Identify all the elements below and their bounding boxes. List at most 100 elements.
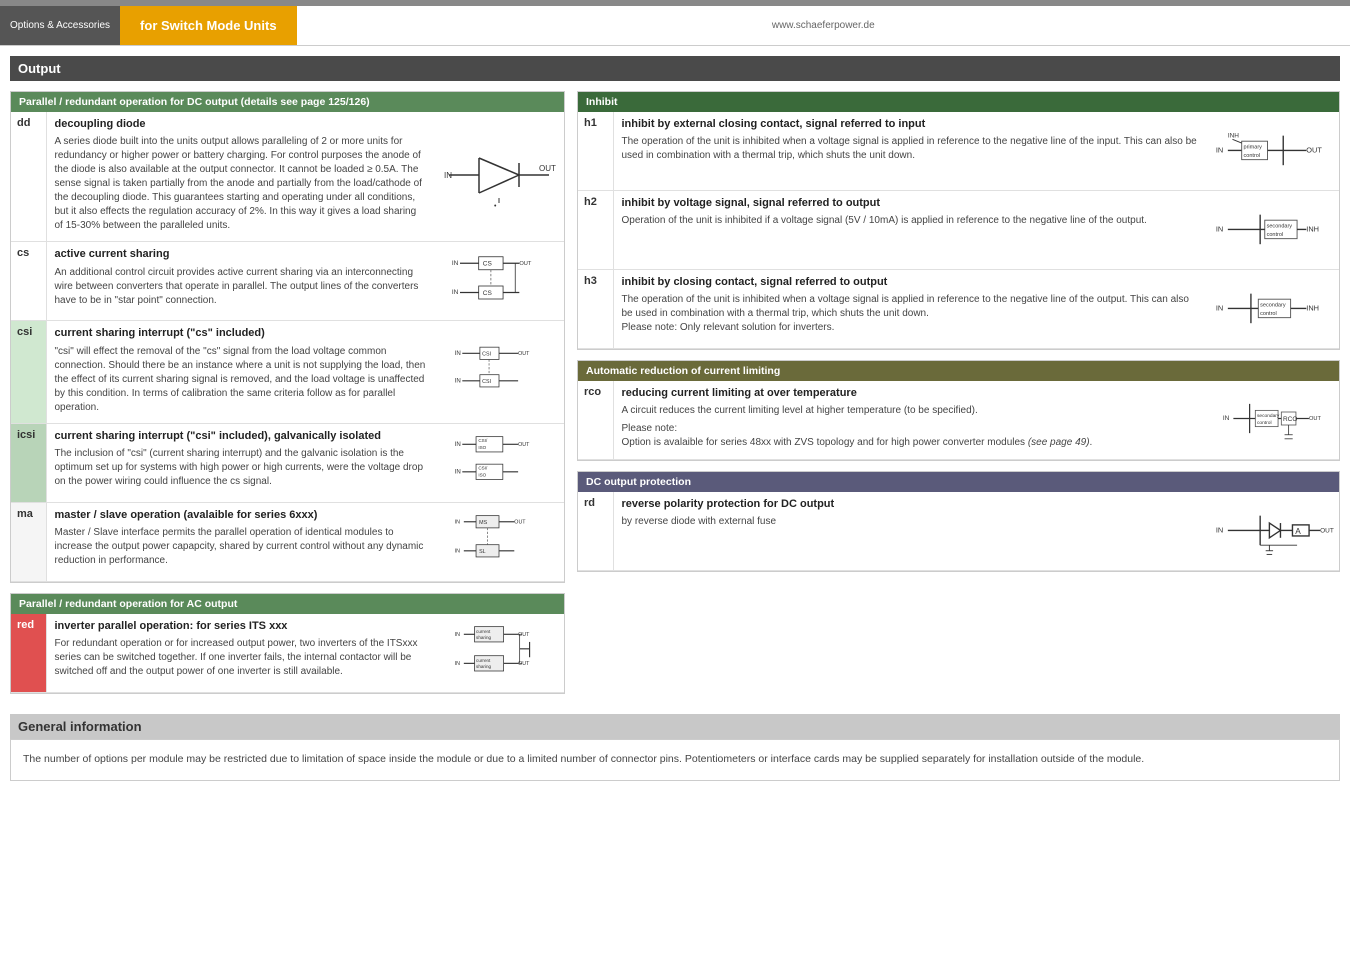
desc-h1: inhibit by external closing contact, sig… (613, 112, 1209, 191)
svg-text:control: control (1257, 420, 1272, 426)
svg-text:IN: IN (444, 171, 452, 180)
desc-note-rco: Please note:Option is avalaible for seri… (622, 422, 1202, 450)
svg-text:current: current (476, 658, 491, 663)
svg-text:CSI: CSI (482, 379, 491, 385)
diagram-dd-svg: IN OUT • (439, 143, 559, 208)
desc-red: inverter parallel operation: for series … (46, 614, 434, 693)
inhibit-table: h1 inhibit by external closing contact, … (578, 112, 1339, 349)
desc-dd: decoupling diode A series diode built in… (46, 112, 434, 242)
svg-text:IN: IN (455, 350, 461, 357)
svg-text:IN: IN (1216, 525, 1223, 534)
desc-ma: master / slave operation (avalaible for … (46, 502, 434, 581)
svg-text:IN: IN (455, 548, 460, 554)
code-dd: dd (11, 112, 46, 242)
general-info-content: The number of options per module may be … (11, 740, 1339, 780)
code-h1: h1 (578, 112, 613, 191)
table-row: dd decoupling diode A series diode built… (11, 112, 564, 242)
diagram-rco-svg: IN secondary control RCO OUT (1214, 386, 1334, 451)
svg-text:IN: IN (1216, 303, 1223, 312)
desc-cs: active current sharing An additional con… (46, 242, 434, 321)
svg-text:OUT: OUT (1320, 527, 1334, 534)
code-h2: h2 (578, 191, 613, 270)
desc-text-h1: The operation of the unit is inhibited w… (622, 135, 1202, 163)
header-title: for Switch Mode Units (120, 6, 297, 45)
right-column: Inhibit h1 inhibit by external closing c… (577, 91, 1340, 694)
title-red: inverter parallel operation: for series … (55, 619, 427, 634)
svg-text:MS: MS (479, 520, 487, 526)
title-h1: inhibit by external closing contact, sig… (622, 117, 1202, 132)
svg-text:IN: IN (455, 661, 460, 667)
table-row: red inverter parallel operation: for ser… (11, 614, 564, 693)
dc-parallel-header: Parallel / redundant operation for DC ou… (11, 92, 564, 112)
main-content: Parallel / redundant operation for DC ou… (0, 81, 1350, 704)
table-row: h3 inhibit by closing contact, signal re… (578, 270, 1339, 349)
svg-text:CS: CS (483, 261, 493, 268)
svg-text:IN: IN (1223, 415, 1230, 422)
svg-text:IN: IN (452, 260, 459, 267)
title-h2: inhibit by voltage signal, signal referr… (622, 196, 1202, 211)
svg-text:IN: IN (1216, 224, 1223, 233)
diagram-csi: IN CSI OUT IN CSI (434, 321, 564, 423)
title-rd: reverse polarity protection for DC outpu… (622, 497, 1202, 512)
diagram-icsi: IN CSI/ ISO OUT IN CSI/ ISO (434, 423, 564, 502)
svg-text:ISO: ISO (478, 472, 486, 477)
desc-text-rco: A circuit reduces the current limiting l… (622, 404, 1202, 418)
diagram-rd-svg: IN A OUT (1214, 497, 1334, 562)
code-rd: rd (578, 492, 613, 571)
title-cs: active current sharing (55, 247, 427, 262)
title-csi: current sharing interrupt ("cs" included… (55, 326, 427, 341)
svg-text:sharing: sharing (476, 664, 491, 669)
svg-text:SL: SL (479, 549, 486, 555)
header-url: www.schaeferpower.de (297, 20, 1350, 31)
svg-text:INH: INH (1306, 224, 1319, 233)
left-column: Parallel / redundant operation for DC ou… (10, 91, 565, 694)
general-info-text: The number of options per module may be … (23, 752, 1327, 768)
svg-text:A: A (1295, 526, 1301, 536)
desc-h3: inhibit by closing contact, signal refer… (613, 270, 1209, 349)
diagram-rco: IN secondary control RCO OUT (1209, 381, 1339, 460)
diagram-dd: IN OUT • (434, 112, 564, 242)
diagram-h2: IN secondary control INH (1209, 191, 1339, 270)
code-h3: h3 (578, 270, 613, 349)
svg-text:RCO: RCO (1283, 416, 1297, 423)
table-row: h2 inhibit by voltage signal, signal ref… (578, 191, 1339, 270)
code-ma: ma (11, 502, 46, 581)
svg-text:OUT: OUT (1306, 145, 1322, 154)
title-dd: decoupling diode (55, 117, 427, 132)
diagram-h3-svg: IN secondary control INH (1214, 275, 1334, 340)
table-row: icsi current sharing interrupt ("csi" in… (11, 423, 564, 502)
desc-csi: current sharing interrupt ("cs" included… (46, 321, 434, 423)
ac-parallel-header: Parallel / redundant operation for AC ou… (11, 594, 564, 614)
svg-text:IN: IN (455, 519, 460, 525)
diagram-h1-svg: IN primary control OUT INH (1214, 117, 1334, 182)
svg-text:OUT: OUT (519, 261, 532, 267)
header-options-label: Options & Accessories (0, 6, 120, 45)
code-red: red (11, 614, 46, 693)
code-icsi: icsi (11, 423, 46, 502)
table-row: csi current sharing interrupt ("cs" incl… (11, 321, 564, 423)
auto-reduction-table: rco reducing current limiting at over te… (578, 381, 1339, 460)
diagram-h2-svg: IN secondary control INH (1214, 196, 1334, 261)
svg-text:INH: INH (1228, 133, 1239, 140)
svg-text:IN: IN (455, 468, 461, 475)
diagram-ma: IN MS OUT IN SL (434, 502, 564, 581)
output-section-header: Output (10, 56, 1340, 81)
svg-text:CSI/: CSI/ (478, 465, 488, 470)
desc-rd: reverse polarity protection for DC outpu… (613, 492, 1209, 571)
desc-icsi: current sharing interrupt ("csi" include… (46, 423, 434, 502)
title-h3: inhibit by closing contact, signal refer… (622, 275, 1202, 290)
diagram-cs: IN CS OUT IN CS (434, 242, 564, 321)
code-csi: csi (11, 321, 46, 423)
svg-text:INH: INH (1306, 303, 1319, 312)
diagram-red: IN current sharing OUT IN current (434, 614, 564, 693)
svg-text:OUT: OUT (518, 442, 530, 448)
svg-text:secondary: secondary (1267, 224, 1293, 230)
dc-parallel-section: Parallel / redundant operation for DC ou… (10, 91, 565, 583)
svg-text:OUT: OUT (539, 164, 556, 173)
desc-text-csi: "csi" will effect the removal of the "cs… (55, 345, 427, 415)
desc-text-h2: Operation of the unit is inhibited if a … (622, 214, 1202, 228)
diagram-h3: IN secondary control INH (1209, 270, 1339, 349)
dc-protection-header: DC output protection (578, 472, 1339, 492)
svg-text:OUT: OUT (1309, 416, 1322, 422)
diagram-cs-svg: IN CS OUT IN CS (439, 247, 559, 312)
